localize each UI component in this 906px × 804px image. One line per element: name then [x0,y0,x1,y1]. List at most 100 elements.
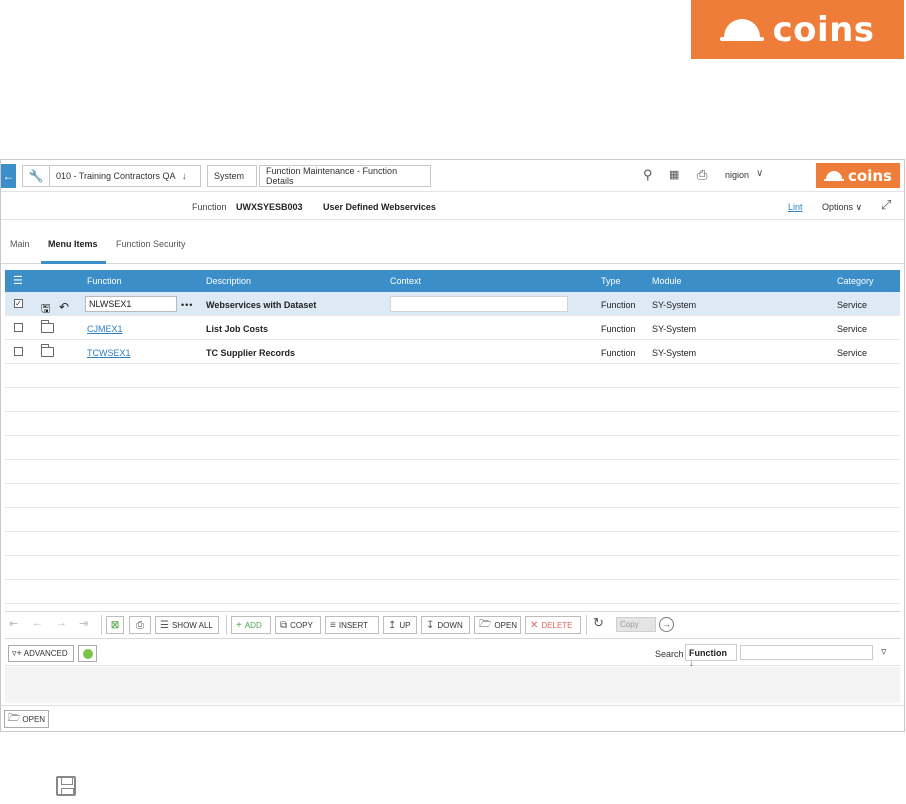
up-label: UP [399,620,411,630]
row-function-link[interactable]: TCWSEX1 [87,348,131,358]
user-name[interactable]: nigion [725,170,749,180]
refresh-icon[interactable]: ↻ [593,615,604,631]
column-context[interactable]: Context [390,276,421,286]
row-module: SY-System [652,324,697,334]
divider [586,615,587,635]
tab-main[interactable]: Main [10,239,30,249]
last-page-icon[interactable]: ⇥ [79,617,88,630]
breadcrumb-page-label: Function Maintenance - Function Details [266,166,398,186]
empty-row [5,508,900,532]
delete-label: DELETE [541,620,573,630]
column-function[interactable]: Function [87,276,122,286]
apps-grid-icon[interactable]: ▦ [669,168,679,181]
empty-panel [5,667,900,703]
logo-small-text: coins [848,166,892,185]
top-bar: ← 🔧 010 - Training Contractors QA ↓ Syst… [1,160,904,192]
search-icon[interactable]: ⚲ [643,167,653,183]
delete-button[interactable]: ✕ DELETE [525,616,581,634]
arrow-down-icon: ↓ [181,170,187,182]
row-module: SY-System [652,300,697,310]
empty-row [5,556,900,580]
folder-icon[interactable] [41,344,54,357]
context-input[interactable] [390,296,568,312]
open-button[interactable]: 🗁 OPEN [474,616,521,634]
close-icon: ✕ [530,619,539,631]
column-category[interactable]: Category [837,276,874,286]
first-page-icon[interactable]: ⇤ [9,617,18,630]
app-window: ← 🔧 010 - Training Contractors QA ↓ Syst… [0,159,905,732]
copy-button[interactable]: ⧉ COPY [275,616,321,634]
column-description[interactable]: Description [206,276,251,286]
column-type[interactable]: Type [601,276,621,286]
folder-icon: 🗁 [479,618,492,630]
tab-menu-items[interactable]: Menu Items [48,239,98,249]
row-description: Webservices with Dataset [206,300,317,310]
empty-row [5,460,900,484]
show-all-button[interactable]: ☰ SHOW ALL [155,616,219,634]
row-checkbox[interactable] [14,323,23,332]
search-input[interactable] [740,645,873,660]
table-row[interactable]: TCWSEX1 TC Supplier Records Function SY-… [5,340,900,364]
wrench-button[interactable]: 🔧 [22,165,50,187]
printer-icon[interactable]: ⎙ [697,167,707,183]
breadcrumb-company[interactable]: 010 - Training Contractors QA ↓ [49,165,201,187]
chevron-down-icon: ∨ [855,202,863,212]
search-field-select[interactable]: Function ↓ [685,644,737,668]
search-bar: ▿+ ADVANCED Search Function ↓ ▿ [5,638,900,668]
coins-logo-small: coins [816,163,900,188]
function-input[interactable]: NLWSEX1 [85,296,177,312]
insert-button[interactable]: ≡ INSERT [325,616,379,634]
open-button-bottom[interactable]: 🗁 OPEN [4,710,49,728]
empty-row [5,364,900,388]
back-button[interactable]: ← [1,164,16,188]
show-all-label: SHOW ALL [171,620,213,630]
go-arrow-icon[interactable]: → [659,617,674,632]
table-row[interactable]: CJMEX1 List Job Costs Function SY-System… [5,316,900,340]
next-icon[interactable]: → [56,617,67,629]
function-header: Function UWXSYESB003 User Defined Webser… [1,193,904,220]
filter-plus-icon: ▿+ [12,648,22,658]
search-label: Search [655,649,684,659]
empty-row [5,580,900,604]
up-button[interactable]: ↥ UP [383,616,417,634]
column-module[interactable]: Module [652,276,682,286]
excel-icon: ☒ [110,619,120,630]
open-label: OPEN [494,620,518,630]
chevron-down-icon[interactable]: ∨ [756,168,763,179]
insert-icon: ≡ [330,619,336,631]
row-description: List Job Costs [206,324,269,334]
row-category: Service [837,348,868,358]
status-dot-button[interactable] [78,645,97,662]
grid-header: ☰ Function Description Context Type Modu… [5,270,900,292]
row-category: Service [837,324,868,334]
options-label: Options [822,202,854,212]
print-button[interactable]: ⎙ [129,616,151,634]
down-button[interactable]: ↧ DOWN [421,616,470,634]
add-button[interactable]: + ADD [231,616,271,634]
copy-input[interactable]: Copy [616,617,656,632]
folder-icon[interactable] [41,320,54,333]
add-label: ADD [244,620,262,630]
undo-icon[interactable]: ↶ [59,300,69,314]
function-code: UWXSYESB003 [236,202,303,212]
tab-function-security[interactable]: Function Security [116,239,186,249]
row-function-link[interactable]: CJMEX1 [87,324,123,334]
table-row[interactable]: ✓ 🖫 ↶ NLWSEX1 ••• Webservices with Datas… [5,292,900,316]
breadcrumb-page[interactable]: Function Maintenance - Function Details [259,165,431,187]
breadcrumb-company-label: 010 - Training Contractors QA [56,171,176,181]
options-menu[interactable]: Options ∨ [822,202,862,213]
row-checkbox[interactable]: ✓ [14,299,23,308]
function-description: User Defined Webservices [323,202,436,212]
row-checkbox[interactable] [14,347,23,356]
lint-link[interactable]: Lint [788,202,803,212]
export-excel-button[interactable]: ☒ [106,616,124,634]
expand-icon[interactable]: ⤢ [881,197,891,213]
hard-hat-icon [824,170,845,181]
column-menu-icon[interactable]: ☰ [13,274,23,287]
empty-row [5,388,900,412]
filter-icon[interactable]: ▿ [881,645,887,658]
advanced-filter-button[interactable]: ▿+ ADVANCED [8,645,74,662]
breadcrumb-module[interactable]: System [207,165,257,187]
previous-icon[interactable]: ← [32,617,43,629]
more-options-icon[interactable]: ••• [181,300,193,310]
